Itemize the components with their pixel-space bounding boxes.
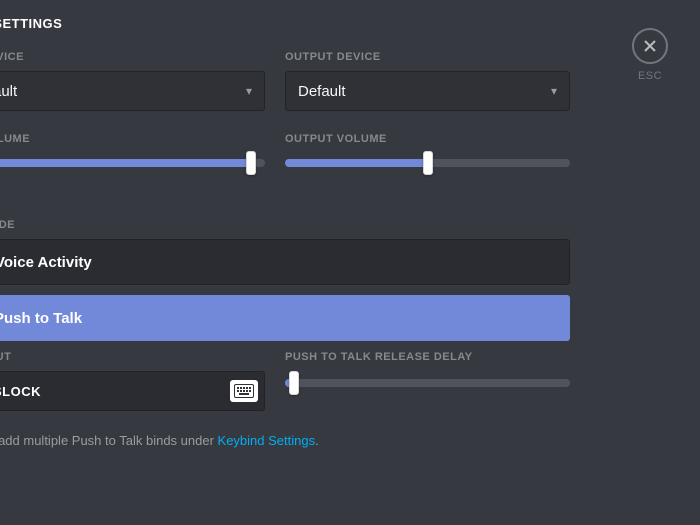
- page-title: E SETTINGS: [0, 16, 570, 31]
- output-volume-label: OUTPUT VOLUME: [285, 133, 570, 145]
- input-device-label: DEVICE: [0, 51, 265, 63]
- input-volume-slider[interactable]: [0, 153, 265, 173]
- input-mode-label: MODE: [0, 219, 570, 231]
- chevron-down-icon: ▾: [246, 84, 252, 98]
- input-device-value: ault: [0, 83, 17, 100]
- chevron-down-icon: ▾: [551, 84, 557, 98]
- shortcut-input[interactable]: SLOCK: [0, 371, 265, 411]
- input-mode-voice-activity[interactable]: Voice Activity: [0, 239, 570, 285]
- ptt-delay-thumb[interactable]: [289, 371, 299, 395]
- keybind-settings-link[interactable]: Keybind Settings: [218, 433, 316, 448]
- output-device-value: Default: [298, 83, 346, 100]
- input-volume-label: VOLUME: [0, 133, 265, 145]
- output-volume-thumb[interactable]: [423, 151, 433, 175]
- input-device-select[interactable]: ault ▾: [0, 71, 265, 111]
- shortcut-label: TCUT: [0, 351, 265, 363]
- close-button[interactable]: [632, 28, 668, 64]
- input-mode-voice-activity-label: Voice Activity: [0, 254, 92, 271]
- output-device-select[interactable]: Default ▾: [285, 71, 570, 111]
- input-volume-thumb[interactable]: [246, 151, 256, 175]
- input-mode-push-to-talk[interactable]: Push to Talk: [0, 295, 570, 341]
- output-volume-fill: [285, 159, 428, 167]
- output-device-label: OUTPUT DEVICE: [285, 51, 570, 63]
- ptt-delay-slider[interactable]: [285, 373, 570, 393]
- ptt-delay-label: PUSH TO TALK RELEASE DELAY: [285, 351, 570, 363]
- close-icon: [643, 39, 657, 53]
- esc-label: ESC: [630, 70, 670, 82]
- output-volume-slider[interactable]: [285, 153, 570, 173]
- input-mode-push-to-talk-label: Push to Talk: [0, 310, 82, 327]
- input-volume-fill: [0, 159, 251, 167]
- keybind-hint: an add multiple Push to Talk binds under…: [0, 433, 570, 448]
- shortcut-value: SLOCK: [0, 384, 41, 399]
- keyboard-icon: [230, 380, 258, 402]
